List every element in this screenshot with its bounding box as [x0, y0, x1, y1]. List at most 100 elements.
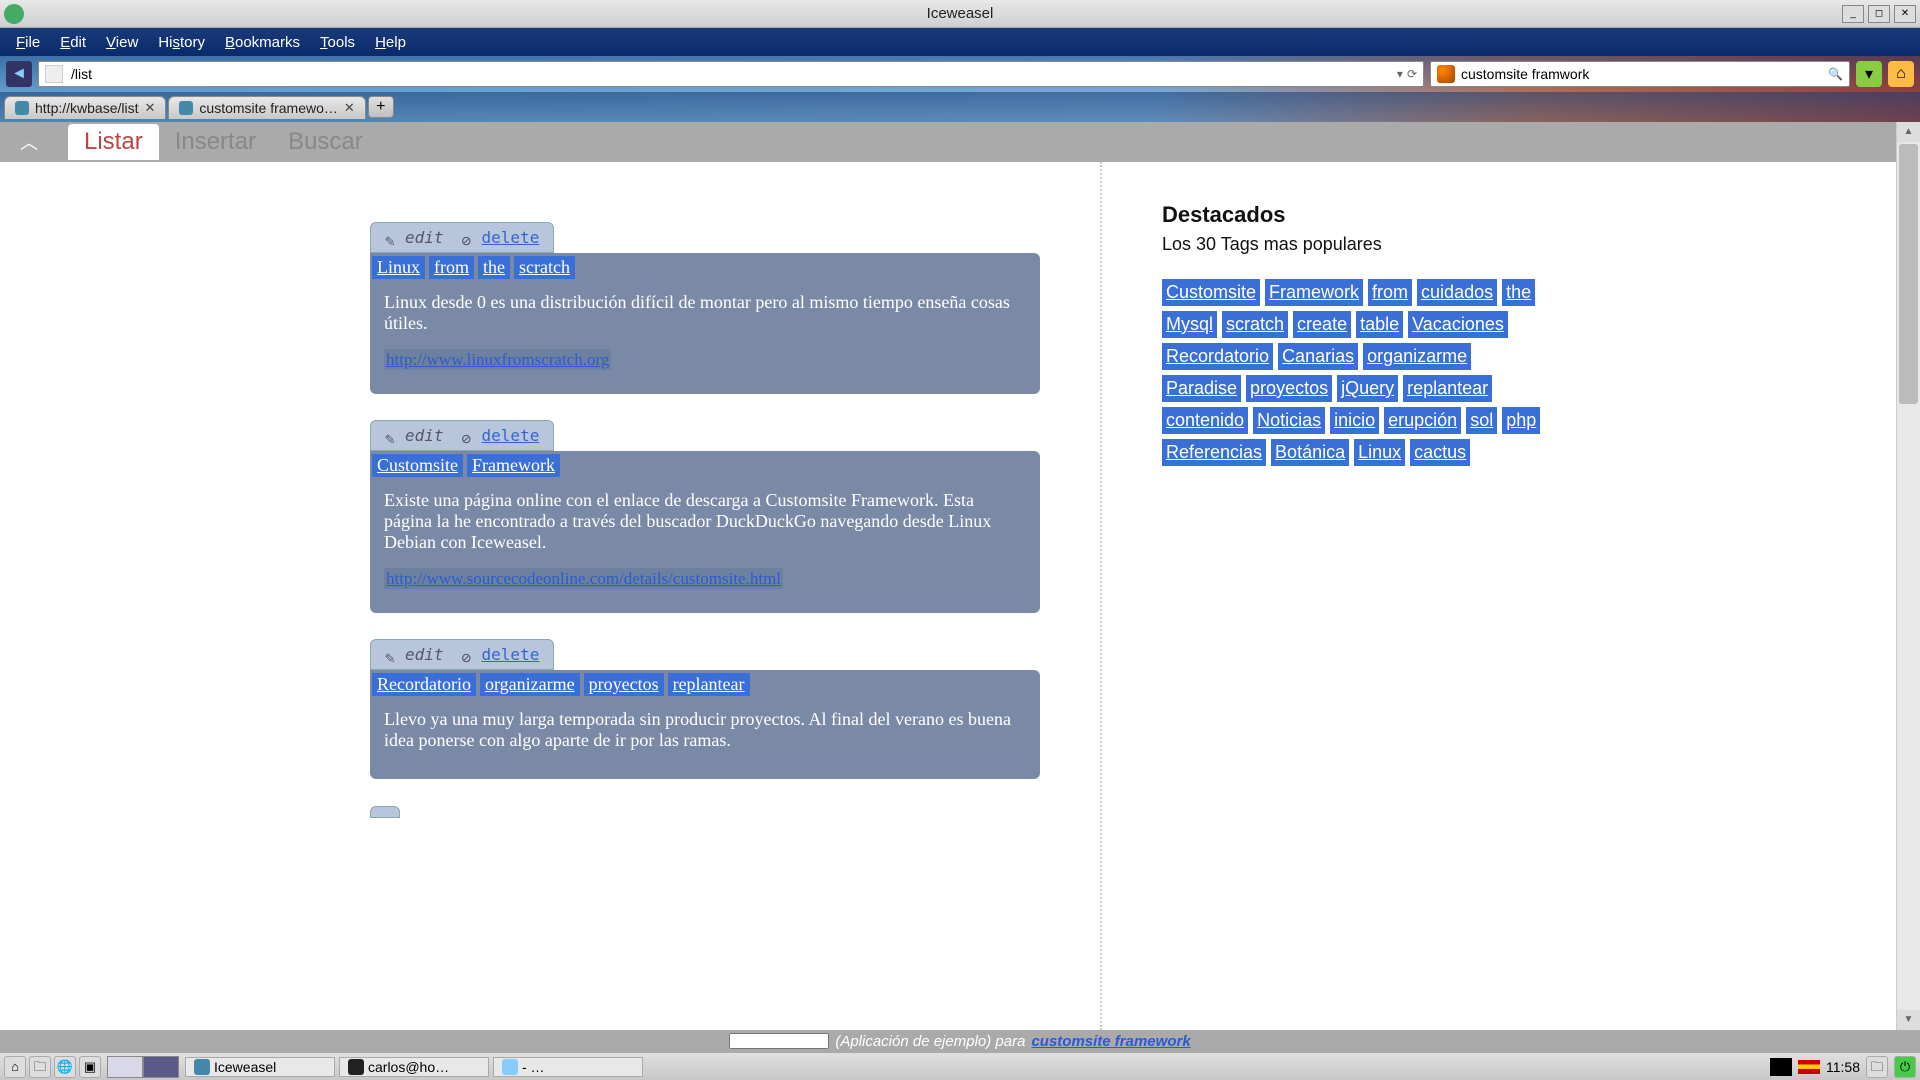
cloud-tag[interactable]: Mysql: [1162, 311, 1217, 338]
menu-bookmarks[interactable]: Bookmarks: [215, 32, 310, 53]
search-bar[interactable]: 🔍: [1430, 61, 1850, 87]
close-button[interactable]: ✕: [1894, 5, 1916, 23]
cloud-tag[interactable]: Canarias: [1278, 343, 1358, 370]
search-go-icon[interactable]: 🔍: [1822, 67, 1849, 81]
cloud-tag[interactable]: contenido: [1162, 407, 1248, 434]
cloud-tag[interactable]: jQuery: [1337, 375, 1398, 402]
tag-link[interactable]: Recordatorio: [372, 673, 476, 696]
cloud-tag[interactable]: cactus: [1410, 439, 1470, 466]
browser-icon[interactable]: 🌐: [54, 1056, 76, 1078]
menu-edit[interactable]: Edit: [50, 32, 96, 53]
menu-file[interactable]: File: [6, 32, 50, 53]
tag-link[interactable]: from: [429, 256, 474, 279]
cloud-tag[interactable]: proyectos: [1246, 375, 1332, 402]
clock[interactable]: 11:58: [1826, 1059, 1860, 1075]
tag-link[interactable]: Linux: [372, 256, 425, 279]
tag-link[interactable]: scratch: [514, 256, 575, 279]
cloud-tag[interactable]: Recordatorio: [1162, 343, 1273, 370]
back-button[interactable]: ◄: [6, 61, 32, 87]
browser-tab[interactable]: http://kwbase/list ✕: [4, 96, 166, 119]
new-tab-button[interactable]: +: [368, 96, 394, 118]
vertical-scrollbar[interactable]: ▲ ▼: [1896, 122, 1920, 1030]
search-input[interactable]: [1461, 66, 1822, 82]
cloud-tag[interactable]: sol: [1466, 407, 1497, 434]
address-bar[interactable]: ▾⟳: [38, 61, 1424, 87]
logout-icon[interactable]: ⏻: [1894, 1056, 1916, 1078]
taskbar-task[interactable]: Iceweasel: [185, 1057, 335, 1077]
cloud-tag[interactable]: Vacaciones: [1408, 311, 1508, 338]
menu-help[interactable]: Help: [365, 32, 416, 53]
edit-button[interactable]: edit: [385, 228, 444, 247]
launcher-icon[interactable]: ⌂: [4, 1056, 26, 1078]
cloud-tag[interactable]: Framework: [1265, 279, 1363, 306]
card: [370, 805, 1040, 823]
cloud-tag[interactable]: the: [1502, 279, 1535, 306]
nav-listar[interactable]: Listar: [68, 124, 159, 160]
scroll-thumb[interactable]: [1899, 144, 1918, 404]
tag-link[interactable]: Customsite: [372, 454, 463, 477]
menu-history[interactable]: History: [148, 32, 215, 53]
delete-button[interactable]: delete: [462, 426, 540, 445]
footer-link[interactable]: customsite framework: [1031, 1033, 1190, 1050]
minimize-button[interactable]: _: [1842, 5, 1864, 23]
cloud-tag[interactable]: create: [1293, 311, 1351, 338]
cloud-tag[interactable]: Botánica: [1271, 439, 1349, 466]
dropdown-icon[interactable]: ▾: [1397, 67, 1403, 81]
cloud-tag[interactable]: php: [1502, 407, 1540, 434]
tag-link[interactable]: replantear: [668, 673, 750, 696]
delete-button[interactable]: delete: [462, 645, 540, 664]
workspace-pager[interactable]: [107, 1056, 179, 1078]
card-link[interactable]: http://www.sourcecodeonline.com/details/…: [384, 569, 783, 589]
menu-view[interactable]: View: [96, 32, 148, 53]
tag-link[interactable]: Framework: [467, 454, 560, 477]
cloud-tag[interactable]: Paradise: [1162, 375, 1241, 402]
cloud-tag[interactable]: replantear: [1403, 375, 1492, 402]
cloud-tag[interactable]: organizarme: [1363, 343, 1471, 370]
terminal-icon[interactable]: ▣: [79, 1056, 101, 1078]
go-button[interactable]: ▾: [1856, 61, 1882, 87]
home-button[interactable]: ⌂: [1888, 61, 1914, 87]
delete-button[interactable]: delete: [462, 228, 540, 247]
tag-link[interactable]: the: [478, 256, 510, 279]
browser-tab[interactable]: customsite framewo… ✕: [168, 96, 365, 119]
window-controls: _ ◻ ✕: [1842, 5, 1916, 23]
tab-close-icon[interactable]: ✕: [344, 100, 355, 116]
taskbar-task[interactable]: carlos@ho…: [339, 1057, 489, 1077]
cloud-tag[interactable]: table: [1356, 311, 1403, 338]
cloud-tag[interactable]: erupción: [1384, 407, 1461, 434]
menu-tools[interactable]: Tools: [310, 32, 365, 53]
card-body: CustomsiteFrameworkExiste una página onl…: [370, 451, 1040, 613]
taskbar-task[interactable]: - …: [493, 1057, 643, 1077]
navbar: ◄ ▾⟳ 🔍 ▾ ⌂: [0, 56, 1920, 92]
cloud-tag[interactable]: from: [1368, 279, 1412, 306]
cloud-tag[interactable]: inicio: [1330, 407, 1379, 434]
footer-input[interactable]: [729, 1033, 829, 1049]
site-identity-icon[interactable]: [45, 65, 63, 83]
scroll-down-arrow[interactable]: ▼: [1897, 1010, 1920, 1030]
nav-insertar[interactable]: Insertar: [159, 124, 272, 160]
cloud-tag[interactable]: Linux: [1354, 439, 1405, 466]
cloud-tag[interactable]: cuidados: [1417, 279, 1497, 306]
nav-buscar[interactable]: Buscar: [272, 124, 379, 160]
edit-button[interactable]: edit: [385, 645, 444, 664]
cloud-tag[interactable]: Noticias: [1253, 407, 1325, 434]
filemanager-icon[interactable]: 🗀: [29, 1056, 51, 1078]
cloud-tag[interactable]: scratch: [1222, 311, 1288, 338]
tab-close-icon[interactable]: ✕: [145, 100, 156, 116]
search-engine-icon[interactable]: [1437, 65, 1455, 83]
scroll-up-arrow[interactable]: ▲: [1897, 122, 1920, 142]
cloud-tag[interactable]: Referencias: [1162, 439, 1266, 466]
scroll-track[interactable]: [1897, 406, 1920, 1010]
chevron-up-icon[interactable]: ︿: [20, 129, 38, 155]
card-link[interactable]: http://www.linuxfromscratch.org: [384, 350, 611, 370]
tray-indicator[interactable]: [1770, 1058, 1792, 1076]
reload-icon[interactable]: ⟳: [1407, 67, 1417, 81]
edit-button[interactable]: edit: [385, 426, 444, 445]
keyboard-layout-icon[interactable]: [1798, 1060, 1820, 1074]
cloud-tag[interactable]: Customsite: [1162, 279, 1260, 306]
tag-link[interactable]: proyectos: [584, 673, 664, 696]
url-input[interactable]: [69, 64, 1391, 84]
tray-icon[interactable]: 🗀: [1866, 1056, 1888, 1078]
maximize-button[interactable]: ◻: [1868, 5, 1890, 23]
tag-link[interactable]: organizarme: [480, 673, 580, 696]
